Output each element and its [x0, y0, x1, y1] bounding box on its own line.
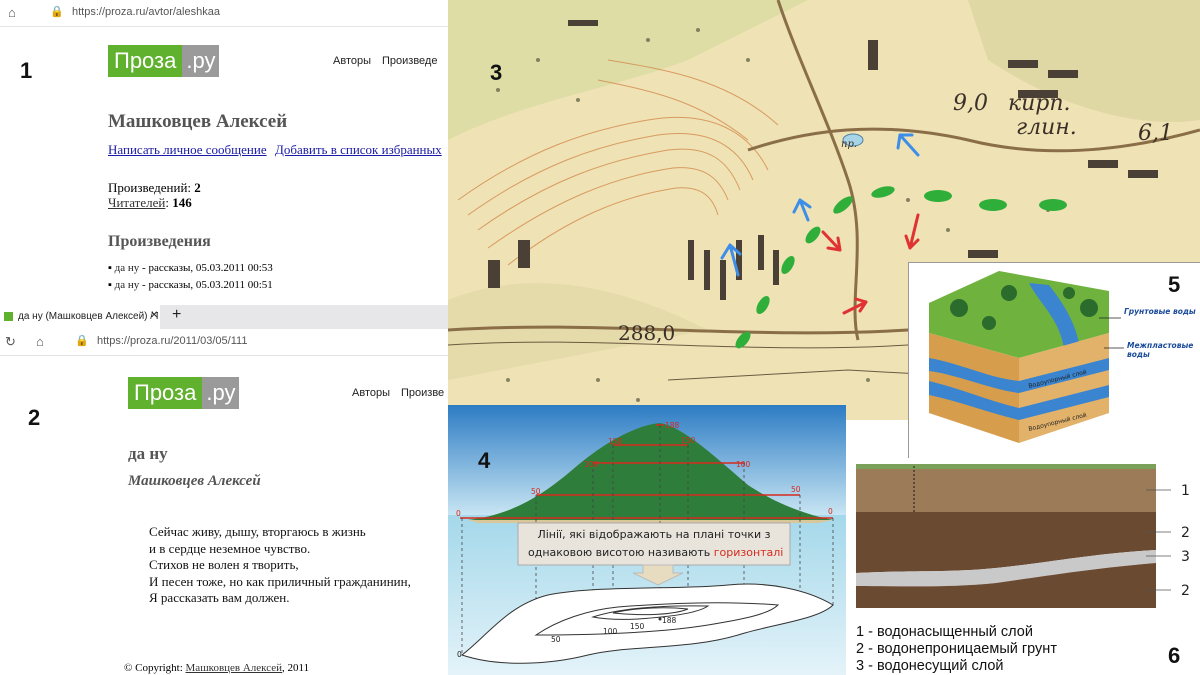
- browser-tab[interactable]: да ну (Машковцев Алексей) / П: [0, 305, 160, 329]
- panel-2-work-page: да ну (Машковцев Алексей) / П ✕ + ↻ ⌂ 🔒 …: [0, 305, 450, 675]
- logo-main: Проза: [108, 45, 183, 77]
- panel-5-groundwater-diagram: Водоупорный слой Водоупорный слой Грунто…: [908, 262, 1200, 460]
- works-list: ▪ да ну - рассказы, 05.03.2011 00:53 ▪ д…: [108, 262, 273, 291]
- caption-line-2: однаковою висотою називають: [528, 546, 714, 559]
- panel-number-3: 3: [490, 60, 503, 85]
- height-label: 150: [608, 437, 623, 446]
- home-icon[interactable]: ⌂: [8, 5, 16, 20]
- contour-label: 188: [662, 616, 677, 625]
- url-text[interactable]: https://proza.ru/2011/03/05/111: [97, 335, 247, 347]
- work-link[interactable]: да ну: [115, 262, 140, 274]
- caption-line-1: Лінії, які відображають на плані точки з: [537, 528, 770, 541]
- copyright-author-link[interactable]: Машковцев Алексей: [186, 662, 283, 674]
- panel-number-5: 5: [1168, 272, 1181, 297]
- map-label: 9,0: [953, 91, 988, 116]
- section-title: Произведения: [108, 233, 211, 250]
- work-title: да ну: [128, 444, 168, 463]
- panel-number-2: 2: [28, 405, 41, 430]
- tab-title: да ну (Машковцев Алексей) / П: [18, 311, 158, 322]
- panel-number-6: 6: [1168, 643, 1181, 668]
- nav-works[interactable]: Произведе: [382, 55, 437, 67]
- contour-illustration: 188 150 150 100 100 50 50 0 0 Лінії, які…: [448, 405, 846, 675]
- work-link[interactable]: да ну: [115, 279, 140, 291]
- ground-water-label: Грунтовые воды: [1124, 307, 1196, 316]
- works-value: 2: [194, 180, 201, 195]
- height-label: 188: [665, 421, 680, 430]
- soil-cross-section: 1 2 3 2: [856, 464, 1190, 608]
- height-label: 150: [681, 436, 696, 445]
- readers-link[interactable]: Читателей: [108, 195, 165, 210]
- message-link[interactable]: Написать личное сообщение: [108, 142, 267, 158]
- works-count: Произведений: 2: [108, 180, 201, 196]
- work-meta: - рассказы, 05.03.2011 00:53: [139, 262, 273, 274]
- legend-item: 2 - водонепроницаемый грунт: [856, 641, 1057, 657]
- interlayer-water-label: Межпластовые воды: [1127, 341, 1194, 359]
- address-bar[interactable]: ⌂ 🔒 https://proza.ru/avtor/aleshkaa: [0, 0, 450, 27]
- poem-line: Я рассказать вам должен.: [149, 590, 290, 605]
- height-label: 50: [531, 487, 541, 496]
- svg-text:однаковою висотою називають го: однаковою висотою називають горизонталі: [528, 546, 783, 559]
- copyright: © Copyright: Машковцев Алексей, 2011: [124, 662, 310, 674]
- map-label: пр.: [841, 139, 857, 150]
- height-label: 100: [584, 460, 599, 469]
- panel-number-4: 4: [478, 448, 491, 473]
- panel-1-author-page: ⌂ 🔒 https://proza.ru/avtor/aleshkaa Проз…: [0, 0, 450, 300]
- poem-line: И песен тоже, но как приличный гражданин…: [149, 573, 411, 589]
- home-icon[interactable]: ⌂: [36, 334, 44, 349]
- favicon-icon: [4, 312, 13, 321]
- contour-label: 150: [630, 622, 645, 631]
- legend-item: 3 - водонесущий слой: [856, 658, 1004, 674]
- nav-authors[interactable]: Авторы: [352, 387, 390, 399]
- poem-text: Сейчас живу, дышу, вторгаюсь в жизнь и в…: [149, 524, 411, 607]
- logo-suffix: .ру: [182, 45, 220, 77]
- lock-icon: 🔒: [50, 6, 64, 18]
- works-label: Произведений:: [108, 180, 195, 195]
- height-label: 50: [791, 485, 801, 494]
- legend-item: 1 - водонасыщенный слой: [856, 624, 1033, 640]
- nav-works[interactable]: Произве: [401, 387, 444, 399]
- poem-line: Стихов не волен я творить,: [149, 557, 299, 572]
- height-label: 0: [456, 509, 461, 518]
- map-label: 288,0: [618, 321, 675, 345]
- proza-logo[interactable]: Проза .ру: [128, 377, 240, 409]
- address-bar[interactable]: ↻ ⌂ 🔒 https://proza.ru/2011/03/05/111: [0, 329, 450, 356]
- nav-authors[interactable]: Авторы: [333, 55, 371, 67]
- readers-value: 146: [172, 195, 192, 210]
- map-label: глин.: [1016, 115, 1077, 140]
- panel-number-1: 1: [20, 58, 33, 83]
- height-label: 100: [736, 460, 751, 469]
- proza-logo[interactable]: Проза .ру: [108, 45, 220, 77]
- layer-marker: 1: [1181, 483, 1190, 499]
- work-author: Машковцев Алексей: [128, 473, 261, 489]
- contour-label: 50: [551, 635, 561, 644]
- tab-close-icon[interactable]: ✕: [150, 310, 158, 321]
- tab-bar: да ну (Машковцев Алексей) / П ✕ +: [0, 305, 450, 329]
- author-name: Машковцев Алексей: [108, 111, 288, 132]
- list-item: ▪ да ну - рассказы, 05.03.2011 00:53: [108, 262, 273, 274]
- layer-marker: 2: [1181, 583, 1190, 599]
- logo-suffix: .ру: [202, 377, 240, 409]
- new-tab-button[interactable]: +: [172, 306, 181, 324]
- url-text[interactable]: https://proza.ru/avtor/aleshkaa: [72, 6, 220, 18]
- work-meta: - рассказы, 05.03.2011 00:51: [139, 279, 273, 291]
- readers-count: Читателей: 146: [108, 195, 192, 210]
- logo-main: Проза: [128, 377, 203, 409]
- panel-4-contour-diagram: 188 150 150 100 100 50 50 0 0 Лінії, які…: [448, 405, 846, 675]
- list-item: ▪ да ну - рассказы, 05.03.2011 00:51: [108, 279, 273, 291]
- contour-label: 100: [603, 627, 618, 636]
- map-label: 6,1: [1138, 121, 1173, 146]
- favorites-link[interactable]: Добавить в список избранных: [275, 142, 442, 158]
- block-diagram: Водоупорный слой Водоупорный слой Грунто…: [929, 271, 1196, 443]
- map-label: кирп.: [1008, 91, 1071, 116]
- contour-label: 0: [457, 650, 462, 659]
- layer-marker: 3: [1181, 549, 1190, 565]
- layer-marker: 2: [1181, 525, 1190, 541]
- height-label: 0: [828, 507, 833, 516]
- lock-icon: 🔒: [75, 335, 89, 347]
- caption-term: горизонталі: [714, 546, 784, 559]
- poem-line: и в сердце неземное чувство.: [149, 540, 311, 556]
- reload-icon[interactable]: ↻: [5, 334, 16, 350]
- poem-line: Сейчас живу, дышу, вторгаюсь в жизнь: [149, 524, 366, 539]
